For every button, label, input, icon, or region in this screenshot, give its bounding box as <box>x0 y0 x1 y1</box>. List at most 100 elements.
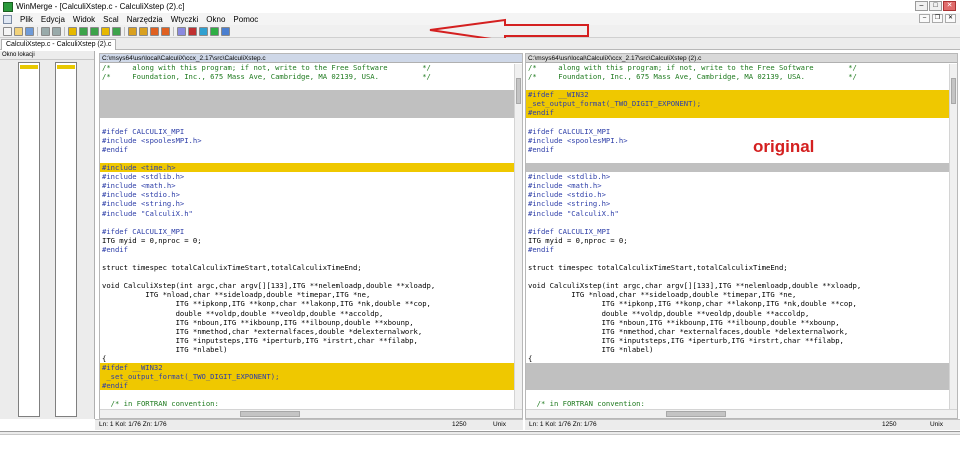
location-right-strip[interactable] <box>55 62 77 417</box>
right-file-pane[interactable]: C:\msys64\usr\local\CalculiX\ccx_2.17\sr… <box>525 53 958 419</box>
code-line[interactable]: void CalculiXstep(int argc,char argv[][1… <box>526 281 957 290</box>
code-line[interactable]: /* Foundation, Inc., 675 Mass Ave, Cambr… <box>526 72 957 81</box>
splitter[interactable] <box>0 432 960 435</box>
close-icon[interactable]: ✕ <box>943 1 956 11</box>
maximize-icon[interactable]: □ <box>929 1 942 11</box>
code-line[interactable]: double **voldp,double **veoldp,double **… <box>100 309 522 318</box>
code-line[interactable]: ITG *inputsteps,ITG *iperturb,ITG *irstr… <box>100 336 522 345</box>
code-line[interactable]: ITG *nmethod,char *externalfaces,double … <box>100 327 522 336</box>
document-icon[interactable] <box>3 14 12 24</box>
code-line[interactable]: #include <stdlib.h> <box>100 172 522 181</box>
doc-restore-icon[interactable]: ❐ <box>932 14 943 23</box>
diff-line[interactable]: #include <time.h> <box>100 163 522 173</box>
code-line[interactable]: /* Foundation, Inc., 675 Mass Ave, Cambr… <box>100 72 522 81</box>
code-line[interactable]: #include <stdlib.h> <box>526 172 957 181</box>
tab-calculixstep[interactable]: CalculiXstep.c - CalculiXstep (2).c <box>1 39 117 50</box>
code-line[interactable]: ITG *nload,char **sideloadp,double *time… <box>100 290 522 299</box>
diff-line[interactable]: _set_output_format(_TWO_DIGIT_EXPONENT); <box>100 372 522 382</box>
undo-icon[interactable] <box>41 26 50 36</box>
code-line[interactable]: #include <math.h> <box>100 181 522 190</box>
right-code-view[interactable]: /* along with this program; if not, writ… <box>526 63 957 409</box>
refresh-icon[interactable] <box>199 26 208 36</box>
right-vertical-scrollbar[interactable] <box>949 64 957 410</box>
code-line[interactable]: #include <stdio.h> <box>526 190 957 199</box>
code-line[interactable]: ITG myid = 0,nproc = 0; <box>100 236 522 245</box>
menu-scal[interactable]: Scal <box>99 15 123 24</box>
right-horizontal-scrollbar[interactable] <box>526 409 957 418</box>
code-line[interactable] <box>100 81 522 90</box>
code-line[interactable]: ITG *nlabel) <box>100 345 522 354</box>
code-line[interactable]: ITG *nlabel) <box>526 345 957 354</box>
code-line[interactable]: void CalculiXstep(int argc,char argv[][1… <box>100 281 522 290</box>
code-line[interactable]: ITG *inputsteps,ITG *iperturb,ITG *irstr… <box>526 336 957 345</box>
code-line[interactable] <box>100 218 522 227</box>
diff-line[interactable]: #ifdef __WIN32 <box>100 363 522 373</box>
diff-line[interactable]: #ifdef __WIN32 <box>526 90 957 100</box>
scroll-thumb[interactable] <box>951 78 956 104</box>
code-line[interactable] <box>526 81 957 90</box>
code-line[interactable] <box>526 154 957 163</box>
missing-line[interactable] <box>100 108 522 118</box>
copy-right-icon[interactable] <box>139 26 148 36</box>
code-line[interactable]: struct timespec totalCalculixTimeStart,t… <box>526 263 957 272</box>
last-diff-icon[interactable] <box>112 26 121 36</box>
code-line[interactable]: double **voldp,double **veoldp,double **… <box>526 309 957 318</box>
doc-minimize-icon[interactable]: – <box>919 14 930 23</box>
redo-icon[interactable] <box>52 26 61 36</box>
copy-all-left-icon[interactable] <box>150 26 159 36</box>
missing-line[interactable] <box>526 381 957 391</box>
code-line[interactable]: ITG **ipkonp,ITG **konp,char **lakonp,IT… <box>100 299 522 308</box>
code-line[interactable]: /* in FORTRAN convention: <box>100 399 522 408</box>
code-line[interactable]: #include "CalculiX.h" <box>100 209 522 218</box>
code-line[interactable]: #ifdef CALCULIX_MPI <box>100 127 522 136</box>
location-left-strip[interactable] <box>18 62 40 417</box>
code-line[interactable]: { <box>100 354 522 363</box>
code-line[interactable] <box>526 118 957 127</box>
code-line[interactable]: ITG *nboun,ITG **ikbounp,ITG **ilbounp,d… <box>526 318 957 327</box>
code-line[interactable]: ITG myid = 0,nproc = 0; <box>526 236 957 245</box>
missing-line[interactable] <box>526 363 957 373</box>
copy-all-right-icon[interactable] <box>161 26 170 36</box>
compare-icon[interactable] <box>221 26 230 36</box>
diff-line[interactable]: _set_output_format(_TWO_DIGIT_EXPONENT); <box>526 99 957 109</box>
code-line[interactable]: #include <spoolesMPI.h> <box>100 136 522 145</box>
code-line[interactable]: { <box>526 354 957 363</box>
code-line[interactable] <box>526 390 957 399</box>
scroll-thumb[interactable] <box>516 78 521 104</box>
code-line[interactable]: ITG *nboun,ITG **ikbounp,ITG **ilbounp,d… <box>100 318 522 327</box>
open-icon[interactable] <box>14 26 23 36</box>
diff-line[interactable]: #endif <box>526 108 957 118</box>
menu-narzedzia[interactable]: Narzędzia <box>123 15 167 24</box>
minimize-icon[interactable]: – <box>915 1 928 11</box>
code-line[interactable]: #endif <box>526 245 957 254</box>
menu-edycja[interactable]: Edycja <box>37 15 69 24</box>
left-horizontal-scrollbar[interactable] <box>100 409 522 418</box>
code-line[interactable]: #endif <box>100 145 522 154</box>
code-line[interactable] <box>526 272 957 281</box>
code-line[interactable] <box>100 154 522 163</box>
diff-detail-pane[interactable] <box>0 431 960 476</box>
missing-line[interactable] <box>526 163 957 173</box>
code-line[interactable]: #include <stdio.h> <box>100 190 522 199</box>
code-line[interactable]: ITG **ipkonp,ITG **konp,char **lakonp,IT… <box>526 299 957 308</box>
left-file-pane[interactable]: C:\msys64\usr\local\CalculiX\ccx_2.17\sr… <box>99 53 523 419</box>
left-vertical-scrollbar[interactable] <box>514 64 522 410</box>
code-line[interactable]: #include "CalculiX.h" <box>526 209 957 218</box>
first-diff-icon[interactable] <box>90 26 99 36</box>
prev-diff-icon[interactable] <box>68 26 77 36</box>
code-line[interactable]: #ifdef CALCULIX_MPI <box>526 227 957 236</box>
copy-left-icon[interactable] <box>128 26 137 36</box>
code-line[interactable]: ITG *nload,char **sideloadp,double *time… <box>526 290 957 299</box>
menu-okno[interactable]: Okno <box>202 15 229 24</box>
green-icon[interactable] <box>210 26 219 36</box>
code-line[interactable] <box>100 272 522 281</box>
left-code-view[interactable]: /* along with this program; if not, writ… <box>100 63 522 409</box>
missing-line[interactable] <box>100 99 522 109</box>
code-line[interactable]: /* in FORTRAN convention: <box>526 399 957 408</box>
scroll-thumb[interactable] <box>240 411 300 417</box>
code-line[interactable]: #include <spoolesMPI.h> <box>526 136 957 145</box>
diff-line[interactable]: #endif <box>100 381 522 391</box>
code-line[interactable] <box>100 390 522 399</box>
scroll-thumb[interactable] <box>666 411 726 417</box>
save-icon[interactable] <box>25 26 34 36</box>
